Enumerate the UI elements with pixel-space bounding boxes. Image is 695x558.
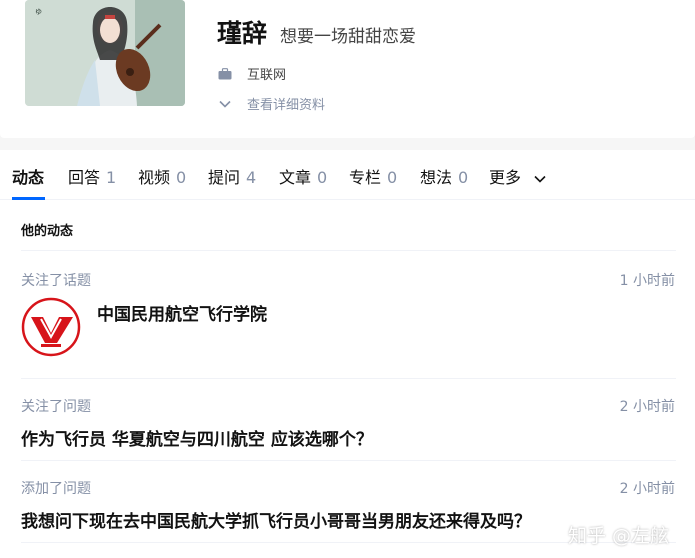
watermark: 知乎 @左舷 [568,525,670,547]
divider [21,250,676,251]
tab-label: 回答 [68,168,101,187]
tab-videos[interactable]: 视频 0 [138,164,186,188]
tab-label: 想法 [420,168,453,187]
tab-count: 1 [106,168,117,187]
tab-columns[interactable]: 专栏 0 [349,164,397,188]
activity-time: 2 小时前 [619,399,675,415]
avatar-image: ゆ [25,0,185,106]
tab-count: 0 [176,168,187,187]
tab-count: 0 [387,168,398,187]
tab-more[interactable]: 更多 [489,164,546,188]
question-title-link[interactable]: 作为飞行员 华夏航空与四川航空 应该选哪个？ [21,425,373,450]
divider [21,378,676,379]
active-tab-indicator [12,197,45,200]
briefcase-icon [217,66,233,82]
section-title: 他的动态 [21,224,74,239]
profile-main: 动态 回答 1 视频 0 提问 4 文章 0 专栏 0 想法 0 更多 他的动态 关注了话题… [0,150,695,558]
view-details-label: 查看详细资料 [247,98,326,113]
tab-activity[interactable]: 动态 [12,164,44,188]
tab-count: 0 [317,168,328,187]
svg-text:ゆ: ゆ [35,8,42,16]
chevron-down-icon [534,175,546,183]
activity-action: 关注了问题 [21,399,91,415]
tab-articles[interactable]: 文章 0 [279,164,327,188]
tab-label: 更多 [489,168,522,187]
avatar[interactable]: ゆ [25,0,185,106]
tab-pins[interactable]: 想法 0 [420,164,468,188]
topic-logo[interactable] [21,297,81,357]
profile-name: 瑾辞 [217,19,268,48]
profile-tabs: 动态 回答 1 视频 0 提问 4 文章 0 专栏 0 想法 0 更多 [0,150,695,200]
profile-header: ゆ 瑾辞 想要一场甜甜恋爱 互联网 查看详细资料 [0,0,695,138]
profile-headline: 想要一场甜甜恋爱 [280,27,416,47]
chevron-down-icon [217,96,233,112]
tab-questions[interactable]: 提问 4 [208,164,256,188]
tab-count: 4 [246,168,257,187]
activity-time: 2 小时前 [619,481,675,497]
activity-time: 1 小时前 [619,273,675,289]
industry-label: 互联网 [247,68,287,83]
question-title-link[interactable]: 我想问下现在去中国民航大学抓飞行员小哥哥当男朋友还来得及吗？ [21,507,531,532]
activity-action: 关注了话题 [21,273,91,289]
tab-count: 0 [458,168,469,187]
tab-label: 视频 [138,168,171,187]
divider [21,460,676,461]
tab-label: 提问 [208,168,241,187]
tab-answers[interactable]: 回答 1 [68,164,116,188]
tab-label: 专栏 [349,168,382,187]
cafuc-logo-icon [21,297,81,357]
activity-action: 添加了问题 [21,481,91,497]
topic-title-link[interactable]: 中国民用航空飞行学院 [97,300,267,325]
view-details-link[interactable]: 查看详细资料 [217,94,325,113]
industry-row: 互联网 [217,64,286,83]
tab-label: 文章 [279,168,312,187]
tab-label: 动态 [12,168,45,187]
